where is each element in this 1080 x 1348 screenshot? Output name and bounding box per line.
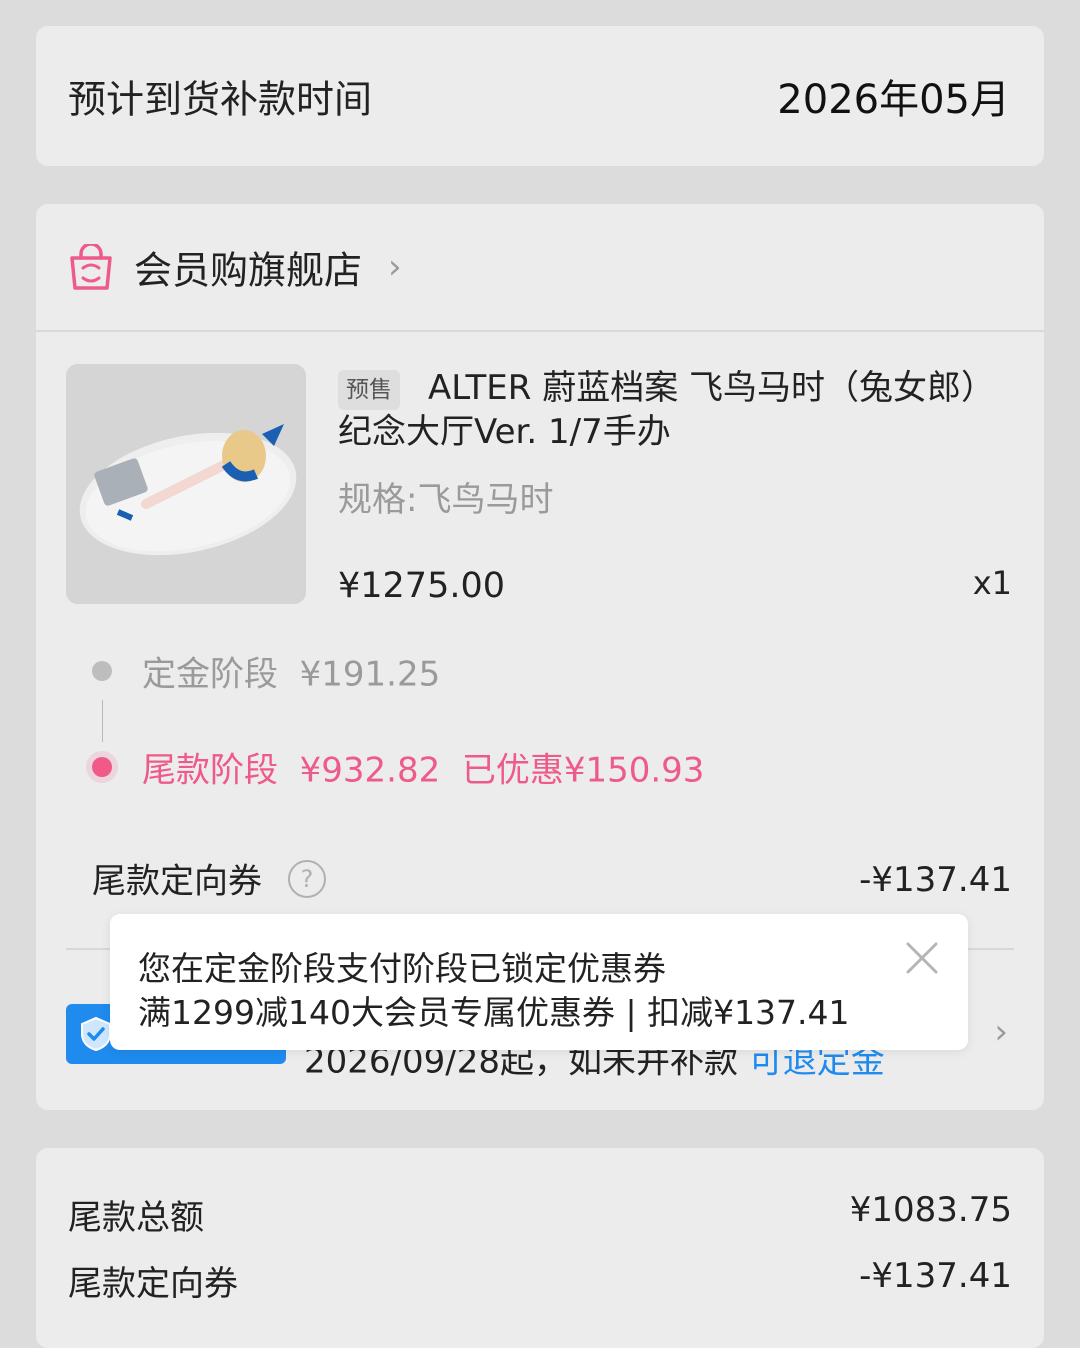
presale-badge: 预售 xyxy=(338,370,400,410)
stage-connector xyxy=(102,700,103,742)
chevron-right-icon[interactable]: › xyxy=(994,1012,1008,1052)
payment-stages: 定金阶段 ¥191.25 尾款阶段 ¥932.82 已优惠¥150.93 xyxy=(92,644,992,804)
product-title[interactable]: ALTER 蔚蓝档案 飞鸟马时（兔女郎）纪念大厅Ver. 1/7手办 xyxy=(338,366,1028,454)
product-price: ¥1275.00 xyxy=(338,566,506,606)
shop-header[interactable]: 会员购旗舰店 › xyxy=(36,204,1044,332)
coupon-tooltip: 您在定金阶段支付阶段已锁定优惠券 满1299减140大会员专属优惠券 | 扣减¥… xyxy=(110,914,968,1050)
summary-label: 尾款总额 xyxy=(68,1198,204,1238)
payment-summary-card: 尾款总额 ¥1083.75 尾款定向券 -¥137.41 xyxy=(36,1148,1044,1348)
summary-value: ¥1083.75 xyxy=(849,1190,1012,1230)
tooltip-line-2: 满1299减140大会员专属优惠券 | 扣减¥137.41 xyxy=(138,993,850,1032)
arrival-time-label: 预计到货补款时间 xyxy=(68,77,373,122)
product-image[interactable] xyxy=(66,364,306,604)
shop-name: 会员购旗舰店 xyxy=(134,248,363,293)
summary-label: 尾款定向券 xyxy=(68,1264,238,1304)
shield-check-icon xyxy=(81,1016,111,1052)
deposit-stage-dot xyxy=(92,661,112,681)
help-icon[interactable]: ? xyxy=(288,860,326,898)
product-spec: 规格:飞鸟马时 xyxy=(338,480,554,520)
figure-image xyxy=(66,364,306,604)
close-icon[interactable] xyxy=(904,940,940,976)
chevron-right-icon: › xyxy=(388,247,402,287)
final-stage-text: 尾款阶段 ¥932.82 已优惠¥150.93 xyxy=(142,750,705,791)
arrival-time-value: 2026年05月 xyxy=(777,77,1010,123)
shopping-bag-icon xyxy=(70,244,112,290)
product-quantity: x1 xyxy=(972,564,1012,602)
coupon-label: 尾款定向券 xyxy=(92,861,262,902)
deposit-stage-text: 定金阶段 ¥191.25 xyxy=(142,654,441,695)
coupon-value: -¥137.41 xyxy=(859,860,1012,900)
summary-value: -¥137.41 xyxy=(859,1256,1012,1296)
final-stage-dot xyxy=(92,757,112,777)
arrival-time-card: 预计到货补款时间 2026年05月 xyxy=(36,26,1044,166)
tooltip-line-1: 您在定金阶段支付阶段已锁定优惠券 xyxy=(138,949,666,988)
